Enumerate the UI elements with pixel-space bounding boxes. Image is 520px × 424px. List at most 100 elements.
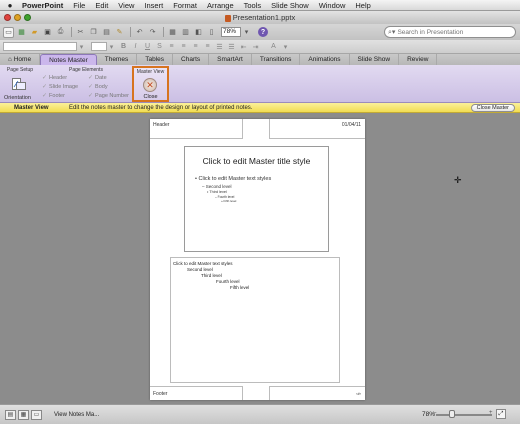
tab-slide-show[interactable]: Slide Show <box>350 54 400 65</box>
apple-icon[interactable]: ● <box>6 1 14 10</box>
redo-icon[interactable]: ↷ <box>147 27 158 38</box>
page-number-checkbox[interactable]: ✓ Page Number <box>88 92 129 100</box>
tab-transitions[interactable]: Transitions <box>252 54 301 65</box>
menu-insert[interactable]: Insert <box>144 1 163 10</box>
justify-icon[interactable]: ≡ <box>203 42 212 51</box>
close-master-button[interactable]: Close Master <box>470 104 515 112</box>
tab-animations[interactable]: Animations <box>300 54 350 65</box>
menu-bar: ● PowerPoint File Edit View Insert Forma… <box>0 0 520 11</box>
orientation-button[interactable]: Orientation <box>4 95 31 101</box>
ribbon-panel: Page Setup Orientation Page Elements ✓ He… <box>0 65 520 103</box>
menu-powerpoint[interactable]: PowerPoint <box>22 1 63 10</box>
menu-file[interactable]: File <box>73 1 85 10</box>
menu-window[interactable]: Window <box>319 1 346 10</box>
window-title-bar: Presentation1.pptx <box>0 11 520 24</box>
notes-master-page: Header 01/04/11 Click to edit Master tit… <box>150 119 365 400</box>
bullets-icon[interactable]: ☰ <box>215 42 224 51</box>
zoom-in-icon[interactable]: + <box>489 410 493 416</box>
page-elements-group-label: Page Elements <box>69 67 103 73</box>
search-box[interactable]: ⌕▾ <box>384 26 516 38</box>
font-name-field[interactable] <box>3 42 77 51</box>
copy-icon[interactable]: ❐ <box>88 27 99 38</box>
page-number-text: ‹#› <box>356 391 361 396</box>
tab-smartart[interactable]: SmartArt <box>209 54 252 65</box>
increase-indent-icon[interactable]: ⇥ <box>251 42 260 51</box>
checkmark-icon: ✓ <box>42 75 48 81</box>
tab-notes-master[interactable]: Notes Master <box>40 54 97 65</box>
tab-home[interactable]: ⌂ Home <box>2 54 41 65</box>
font-size-field[interactable] <box>91 42 107 51</box>
body-level-3: Third level <box>201 273 222 278</box>
normal-view-icon[interactable]: ▤ <box>5 409 16 420</box>
fit-to-window-icon[interactable]: ⤢ <box>496 409 506 419</box>
underline-icon[interactable]: U <box>143 42 152 51</box>
date-placeholder[interactable]: 01/04/11 <box>269 119 365 139</box>
body-checkbox[interactable]: ✓ Body <box>88 83 108 91</box>
shadow-icon[interactable]: S <box>155 42 164 51</box>
toolbar-separator <box>130 27 131 37</box>
paste-icon[interactable]: ▤ <box>101 27 112 38</box>
menu-tools[interactable]: Tools <box>244 1 262 10</box>
menu-slide-show[interactable]: Slide Show <box>271 1 309 10</box>
media-browser-icon[interactable]: ◧ <box>193 27 204 38</box>
menu-format[interactable]: Format <box>173 1 197 10</box>
new-icon[interactable]: ▭ <box>3 26 14 38</box>
zoom-slider-track[interactable] <box>436 414 492 416</box>
font-dropdown-icon[interactable]: ▾ <box>77 42 86 51</box>
numbering-icon[interactable]: ☰ <box>227 42 236 51</box>
menu-view[interactable]: View <box>118 1 134 10</box>
status-bar: ▤ ▦ ▭ View Notes Ma... 78% – + ⤢ <box>0 404 520 424</box>
date-checkbox[interactable]: ✓ Date <box>88 74 107 82</box>
search-input[interactable] <box>397 28 508 36</box>
slide-image-placeholder[interactable]: Click to edit Master title style • Click… <box>184 146 329 252</box>
slide-level-1: • Click to edit Master text styles <box>195 176 272 182</box>
menu-help[interactable]: Help <box>355 1 370 10</box>
orientation-icon[interactable] <box>12 78 26 91</box>
notes-page-view-icon[interactable]: ▭ <box>31 409 42 420</box>
body-level-1: Click to edit Master text styles <box>173 261 233 266</box>
gallery-icon[interactable]: ▥ <box>180 27 191 38</box>
slide-sorter-view-icon[interactable]: ▦ <box>18 409 29 420</box>
tab-review[interactable]: Review <box>399 54 438 65</box>
close-master-icon[interactable]: ✕ <box>143 78 157 92</box>
align-center-icon[interactable]: ≡ <box>179 42 188 51</box>
footer-placeholder[interactable]: Footer <box>150 386 243 400</box>
undo-icon[interactable]: ↶ <box>134 27 145 38</box>
close-master-view-button[interactable]: Close <box>134 94 167 100</box>
menu-arrange[interactable]: Arrange <box>207 1 234 10</box>
search-icon: ⌕▾ <box>388 28 396 36</box>
menu-edit[interactable]: Edit <box>95 1 108 10</box>
tab-charts[interactable]: Charts <box>173 54 210 65</box>
print-icon[interactable]: ⎙ <box>55 27 66 38</box>
body-placeholder[interactable]: Click to edit Master text styles Second … <box>170 257 340 383</box>
open-icon[interactable]: ▰ <box>29 27 40 38</box>
templates-icon[interactable]: ▦ <box>16 27 27 38</box>
decrease-indent-icon[interactable]: ⇤ <box>239 42 248 51</box>
italic-icon[interactable]: I <box>131 42 140 51</box>
zoom-dropdown-icon[interactable]: ▾ <box>241 27 252 38</box>
sidebar-icon[interactable]: ▯ <box>206 27 217 38</box>
slide-image-checkbox[interactable]: ✓ Slide Image <box>42 83 78 91</box>
align-right-icon[interactable]: ≡ <box>191 42 200 51</box>
tab-themes[interactable]: Themes <box>97 54 138 65</box>
tab-tables[interactable]: Tables <box>137 54 174 65</box>
align-left-icon[interactable]: ≡ <box>167 42 176 51</box>
save-icon[interactable]: ▣ <box>42 27 53 38</box>
page-number-placeholder[interactable]: ‹#› <box>269 386 365 400</box>
format-painter-icon[interactable]: ✎ <box>114 27 125 38</box>
message-bar-title: Master View <box>14 104 49 111</box>
message-bar: Master View Edit the notes master to cha… <box>0 103 520 113</box>
font-size-dropdown-icon[interactable]: ▾ <box>107 42 116 51</box>
date-text: 01/04/11 <box>341 122 361 128</box>
bold-icon[interactable]: B <box>119 42 128 51</box>
zoom-field[interactable]: 78% <box>221 27 241 37</box>
zoom-slider-handle[interactable] <box>449 410 455 418</box>
header-checkbox[interactable]: ✓ Header <box>42 74 67 82</box>
font-color-dropdown-icon[interactable]: ▾ <box>281 42 290 51</box>
footer-checkbox[interactable]: ✓ Footer <box>42 92 65 100</box>
insert-table-icon[interactable]: ▦ <box>167 27 178 38</box>
cut-icon[interactable]: ✂ <box>75 27 86 38</box>
help-button[interactable]: ? <box>258 27 268 37</box>
font-color-icon[interactable]: A <box>269 42 278 51</box>
header-placeholder[interactable]: Header <box>150 119 243 139</box>
